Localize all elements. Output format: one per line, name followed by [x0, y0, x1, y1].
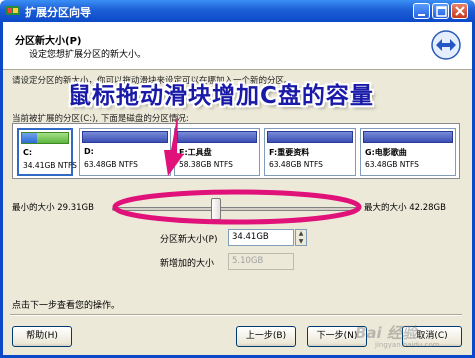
app-icon: [6, 6, 20, 15]
watermark-url: jingyan.baidu.com: [375, 341, 440, 349]
partition-e[interactable]: E:工具盘 58.38GB NTFS: [174, 128, 260, 176]
partition-usage-bar: [177, 131, 257, 143]
partition-d[interactable]: D: 63.48GB NTFS: [79, 128, 171, 176]
partition-name: G:电影歌曲: [365, 148, 407, 157]
partition-name: F:重要资料: [269, 148, 310, 157]
new-size-spinner[interactable]: ▲ ▼: [295, 229, 307, 246]
window-title: 扩展分区向导: [25, 6, 91, 19]
footer-divider: [10, 314, 462, 316]
slider-max-label: 最大的大小 42.28GB: [364, 203, 446, 213]
partition-c[interactable]: C: 34.41GB NTFS: [17, 128, 77, 176]
wizard-arrows-icon: [431, 30, 461, 60]
watermark-logo: Bai 经验: [355, 324, 417, 342]
partition-size: 63.48GB NTFS: [84, 160, 138, 169]
partition-usage-bar: [82, 131, 168, 143]
partition-map: C: 34.41GB NTFS D: 63.48GB NTFS E:工具盘 58…: [12, 123, 460, 179]
partition-size: 63.48GB NTFS: [269, 160, 323, 169]
maximize-icon: [436, 6, 447, 17]
partition-size: 34.41GB NTFS: [23, 161, 77, 170]
size-slider-thumb[interactable]: [211, 198, 221, 220]
added-size-field: 5.10GB: [228, 253, 294, 270]
partition-g[interactable]: G:电影歌曲 63.48GB NTFS: [360, 128, 456, 176]
partition-usage-bar: [21, 132, 69, 144]
new-size-label: 分区新大小(P): [160, 235, 218, 245]
partition-usage-bar: [267, 131, 353, 143]
spin-up-icon[interactable]: ▲: [296, 230, 306, 238]
partition-size: 63.48GB NTFS: [365, 160, 419, 169]
title-bar: 扩展分区向导: [0, 0, 475, 22]
minimize-button[interactable]: [413, 3, 430, 19]
size-slider-track[interactable]: [112, 207, 360, 211]
added-size-label: 新增加的大小: [160, 259, 215, 269]
partition-usage-bar: [363, 131, 453, 143]
new-size-input[interactable]: 34.41GB: [228, 229, 294, 246]
wizard-header: 分区新大小(P) 设定您想扩展分区的新大小。: [3, 22, 472, 70]
footer-hint: 点击下一步查看您的操作。: [12, 301, 121, 311]
partition-name: D:: [84, 147, 94, 156]
minimize-icon: [418, 14, 425, 16]
slider-min-label: 最小的大小 29.31GB: [12, 203, 94, 213]
close-icon: [455, 6, 465, 16]
partition-name: C:: [23, 148, 33, 157]
help-button[interactable]: 帮助(H): [12, 326, 72, 347]
partition-used-fill: [22, 133, 37, 143]
maximize-button[interactable]: [432, 3, 449, 19]
page-subtitle: 设定您想扩展分区的新大小。: [29, 50, 147, 60]
back-button[interactable]: 上一步(B): [236, 326, 296, 347]
partition-size: 58.38GB NTFS: [179, 160, 233, 169]
tutorial-caption: 鼠标拖动滑块增加C盘的容量: [68, 83, 374, 109]
page-title: 分区新大小(P): [15, 36, 82, 47]
partition-name: E:工具盘: [179, 148, 212, 157]
spin-down-icon[interactable]: ▼: [296, 238, 306, 246]
partition-f[interactable]: F:重要资料 63.48GB NTFS: [264, 128, 356, 176]
close-button[interactable]: [451, 3, 468, 19]
